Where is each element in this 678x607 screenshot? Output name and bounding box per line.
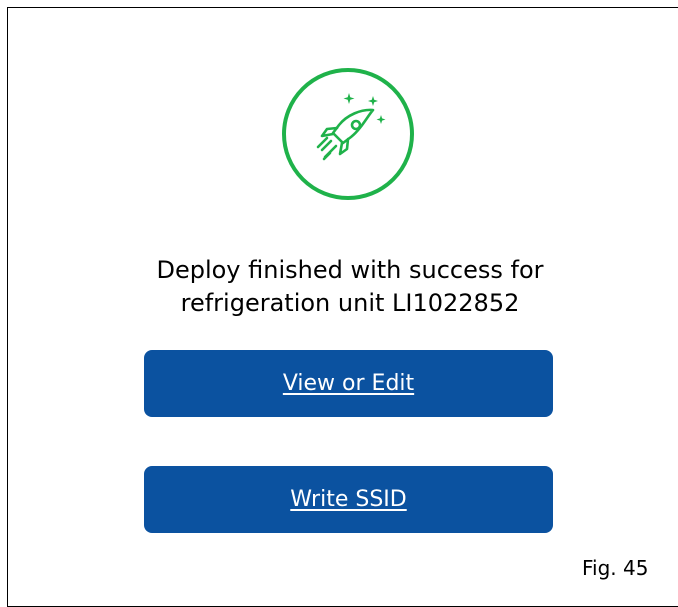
view-or-edit-label: View or Edit: [282, 371, 415, 396]
view-or-edit-button[interactable]: View or Edit: [144, 350, 553, 417]
figure-caption: Fig. 45: [582, 556, 649, 580]
write-ssid-button[interactable]: Write SSID: [144, 466, 553, 533]
rocket-icon: [282, 68, 414, 200]
message-line-1: Deploy finished with success for: [156, 256, 544, 284]
message-line-2: refrigeration unit LI1022852: [180, 289, 520, 317]
write-ssid-label: Write SSID: [290, 487, 407, 512]
deploy-success-message: Deploy finished with success for refrige…: [0, 254, 678, 320]
